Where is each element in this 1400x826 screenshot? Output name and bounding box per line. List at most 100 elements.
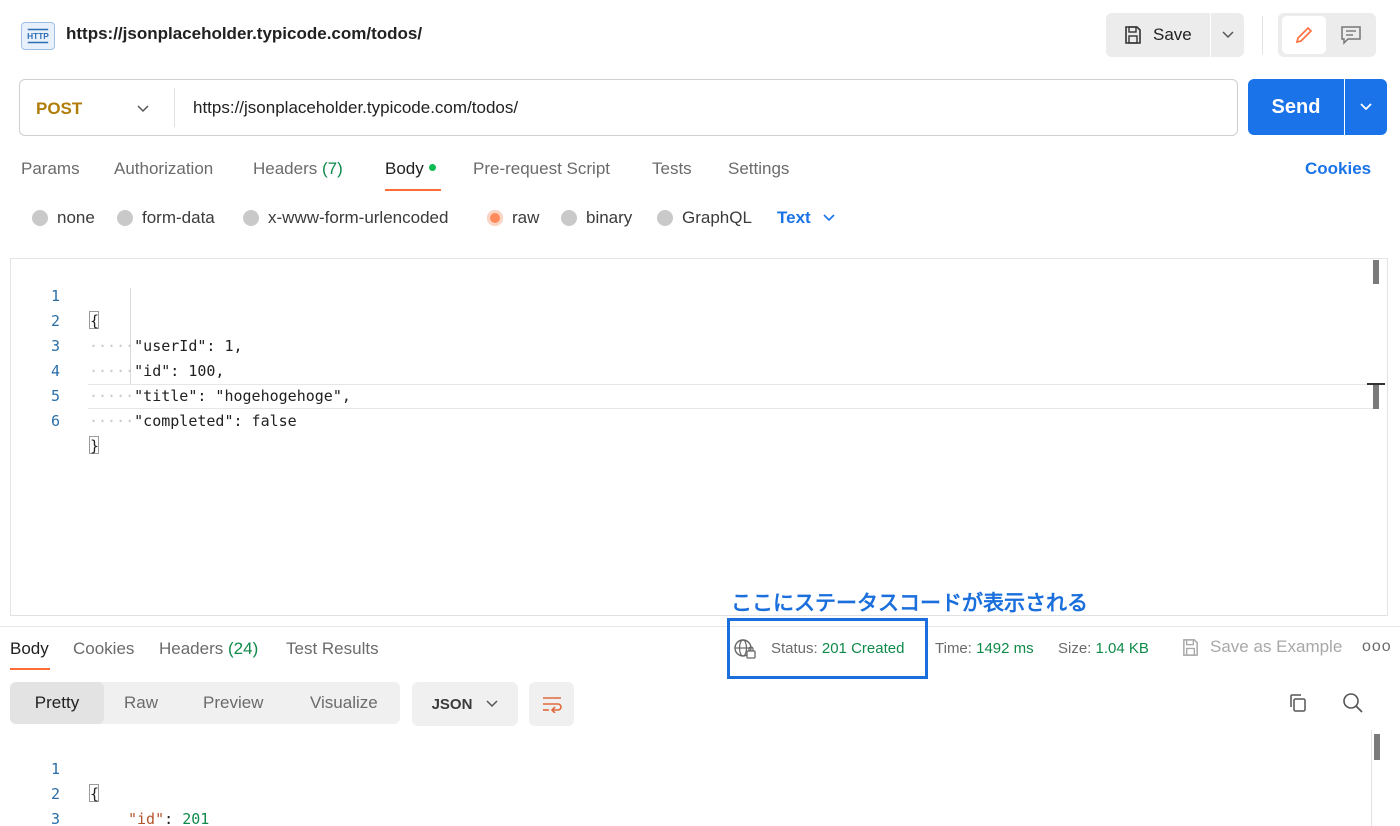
response-scrollbar-thumb[interactable] xyxy=(1374,734,1380,760)
copy-icon[interactable] xyxy=(1287,692,1309,719)
time-label: Time: xyxy=(935,640,972,657)
radio-indicator-selected xyxy=(487,210,503,226)
response-tab-test-results[interactable]: Test Results xyxy=(286,639,379,659)
response-code-line: 1 { xyxy=(0,732,1360,803)
active-tab-underline xyxy=(385,189,441,191)
modified-indicator xyxy=(428,164,436,172)
response-tab-body[interactable]: Body xyxy=(10,639,49,659)
save-icon xyxy=(1183,638,1198,656)
tab-settings[interactable]: Settings xyxy=(728,159,789,179)
wrap-lines-button[interactable] xyxy=(529,682,574,726)
line-number: 3 xyxy=(50,810,60,826)
response-format-select[interactable]: JSON xyxy=(412,682,518,726)
save-options-button[interactable] xyxy=(1211,13,1244,57)
tab-label: Headers xyxy=(253,159,318,178)
code-line: 2 ·····"userId": 1, xyxy=(0,284,1370,355)
radio-label: raw xyxy=(512,208,540,227)
cookies-link[interactable]: Cookies xyxy=(1305,159,1371,179)
whitespace-markers: ····· xyxy=(89,412,135,430)
header-divider xyxy=(1262,16,1263,54)
tab-pre-request-script[interactable]: Pre-request Script xyxy=(473,159,610,179)
save-button[interactable]: Save xyxy=(1106,13,1210,57)
panel-divider[interactable] xyxy=(0,626,1400,627)
status-annotation-label: ここにステータスコードが表示される xyxy=(731,592,1088,615)
request-title[interactable]: https://jsonplaceholder.typicode.com/tod… xyxy=(66,24,422,44)
response-tab-cookies[interactable]: Cookies xyxy=(73,639,134,659)
tab-tests[interactable]: Tests xyxy=(652,159,692,179)
radio-label: GraphQL xyxy=(682,208,752,227)
response-code-line: 3 } xyxy=(0,782,1360,826)
view-visualize[interactable]: Visualize xyxy=(310,693,378,713)
save-as-example-label: Save as Example xyxy=(1210,637,1343,656)
size-value: 1.04 KB xyxy=(1095,640,1149,657)
active-tab-underline xyxy=(10,668,50,670)
chevron-down-icon xyxy=(1221,31,1234,39)
tab-label: Body xyxy=(385,159,424,178)
save-icon xyxy=(1125,26,1141,44)
response-size[interactable]: Size: 1.04 KB xyxy=(1058,640,1149,657)
tab-count: (7) xyxy=(322,159,343,178)
tab-label: Cookies xyxy=(73,639,135,658)
tab-label: Tests xyxy=(652,159,692,178)
view-preview[interactable]: Preview xyxy=(203,693,263,713)
send-options-button[interactable] xyxy=(1345,79,1387,135)
radio-indicator xyxy=(32,210,48,226)
view-raw[interactable]: Raw xyxy=(124,693,158,713)
tab-authorization[interactable]: Authorization xyxy=(114,159,213,179)
code-text: } xyxy=(89,436,100,455)
radio-none[interactable]: none xyxy=(32,208,95,228)
save-label: Save xyxy=(1153,25,1192,44)
editor-scrollbar-thumb[interactable] xyxy=(1373,260,1379,284)
search-icon[interactable] xyxy=(1342,692,1364,719)
wrap-lines-icon xyxy=(542,697,562,713)
radio-graphql[interactable]: GraphQL xyxy=(657,208,752,228)
response-time[interactable]: Time: 1492 ms xyxy=(935,640,1034,657)
tab-label: Params xyxy=(21,159,80,178)
tab-body[interactable]: Body xyxy=(385,159,436,179)
tab-label: Headers xyxy=(159,639,224,658)
pencil-icon xyxy=(1295,26,1313,44)
more-options-button[interactable]: ooo xyxy=(1362,638,1392,656)
url-input[interactable]: https://jsonplaceholder.typicode.com/tod… xyxy=(193,98,518,118)
raw-format-select[interactable]: Text xyxy=(777,208,835,228)
radio-raw[interactable]: raw xyxy=(487,208,539,228)
response-scrollbar-track[interactable] xyxy=(1371,730,1372,826)
chevron-down-icon xyxy=(823,214,835,222)
radio-indicator xyxy=(561,210,577,226)
comment-mode-button[interactable] xyxy=(1330,16,1372,54)
svg-text:HTTP: HTTP xyxy=(27,31,49,41)
chevron-down-icon xyxy=(1360,103,1372,111)
radio-label: binary xyxy=(586,208,633,227)
method-select[interactable]: POST xyxy=(36,99,82,119)
code-text: "completed": false xyxy=(134,412,297,430)
time-value: 1492 ms xyxy=(976,640,1034,657)
code-line: 4 ·····"title": "hogehogehoge", xyxy=(0,334,1370,405)
radio-form-data[interactable]: form-data xyxy=(117,208,215,228)
raw-format-label: Text xyxy=(777,208,811,227)
comment-icon xyxy=(1341,26,1361,45)
radio-label: x-www-form-urlencoded xyxy=(268,208,449,227)
tab-label: Authorization xyxy=(114,159,214,178)
save-as-example-button[interactable]: Save as Example xyxy=(1181,637,1342,657)
response-code-line: 2 "id": 201 xyxy=(0,757,1360,826)
response-tab-headers[interactable]: Headers (24) xyxy=(159,639,258,659)
status-annotation-box xyxy=(727,618,928,679)
radio-binary[interactable]: binary xyxy=(561,208,632,228)
tab-params[interactable]: Params xyxy=(21,159,80,179)
tab-label: Settings xyxy=(728,159,790,178)
radio-indicator xyxy=(243,210,259,226)
editor-scrollbar-thumb[interactable] xyxy=(1373,385,1379,409)
tab-label: Pre-request Script xyxy=(473,159,610,178)
url-divider xyxy=(174,88,175,127)
chevron-down-icon[interactable] xyxy=(136,99,150,122)
radio-x-www-form-urlencoded[interactable]: x-www-form-urlencoded xyxy=(243,208,448,228)
chevron-down-icon xyxy=(486,700,498,708)
send-button[interactable]: Send xyxy=(1248,79,1344,135)
tab-headers[interactable]: Headers (7) xyxy=(253,159,343,179)
tab-label: Test Results xyxy=(286,639,379,658)
view-pretty[interactable]: Pretty xyxy=(10,682,104,724)
edit-mode-button[interactable] xyxy=(1282,16,1326,54)
code-line: 6 } xyxy=(0,384,1370,455)
radio-label: none xyxy=(57,208,95,227)
tab-label: Body xyxy=(10,639,49,658)
